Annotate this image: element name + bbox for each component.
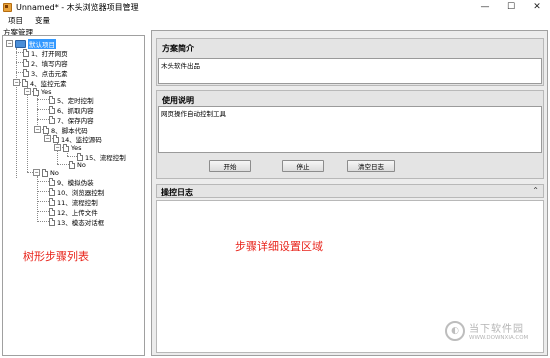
watermark: ◐ 当下软件园 WWW.DOWNXIA.COM — [445, 320, 528, 341]
tree-node-label: No — [50, 168, 59, 177]
project-icon — [15, 39, 26, 48]
tree-node-label: 6、抓取内容 — [57, 106, 94, 115]
log-title: 操控日志 — [161, 188, 193, 197]
document-icon — [49, 197, 55, 206]
menu-bar: 项目 变量 — [0, 14, 550, 26]
step-tree: − 默认项目 1、打开网页 2、填写内容 3、点击元素 − 4、监控元素 − Y… — [3, 36, 144, 355]
collapse-toggle[interactable]: − — [24, 88, 31, 95]
stop-button[interactable]: 停止 — [282, 160, 324, 172]
document-icon — [23, 58, 29, 67]
tree-node-yes-branch[interactable]: − Yes — [24, 87, 52, 96]
minimize-button[interactable]: — — [472, 0, 498, 14]
usage-panel: 使用说明 网页操作自动控制工具 开始 停止 清空日志 — [156, 90, 544, 179]
tree-node-yes-branch-inner[interactable]: − Yes — [54, 143, 82, 152]
log-header: 操控日志 ⌃ — [156, 184, 544, 198]
document-icon — [23, 68, 29, 77]
tree-node-label: 10、浏览器控制 — [57, 188, 105, 197]
watermark-url: WWW.DOWNXIA.COM — [469, 335, 529, 341]
document-icon — [49, 105, 55, 114]
tree-node-label: 13、模态对话框 — [57, 218, 105, 227]
detail-annotation: 步骤详细设置区域 — [235, 240, 323, 253]
tree-node-step-9[interactable]: 9、模拟伪装 — [49, 177, 94, 187]
tree-node-label: 14、监控源码 — [61, 135, 102, 144]
document-icon — [63, 143, 69, 152]
tree-node-label: 5、定时控制 — [57, 96, 94, 105]
document-icon — [49, 217, 55, 226]
tree-node-label: 2、填写内容 — [31, 59, 68, 68]
document-icon — [49, 187, 55, 196]
tree-node-step-4[interactable]: − 4、监控元素 — [13, 78, 67, 88]
clear-log-button[interactable]: 清空日志 — [347, 160, 395, 172]
watermark-text: 当下软件园 — [469, 324, 524, 335]
tree-node-step-14[interactable]: − 14、监控源码 — [44, 134, 102, 144]
tree-node-step-10[interactable]: 10、浏览器控制 — [49, 187, 105, 197]
tree-node-label: 1、打开网页 — [31, 49, 68, 58]
close-button[interactable]: ✕ — [524, 0, 550, 14]
tree-node-step-6[interactable]: 6、抓取内容 — [49, 105, 94, 115]
tree-node-label: 9、模拟伪装 — [57, 178, 94, 187]
collapse-toggle[interactable]: − — [44, 135, 51, 142]
tree-annotation: 树形步骤列表 — [23, 250, 89, 263]
tree-node-step-1[interactable]: 1、打开网页 — [23, 48, 68, 58]
window-controls: — ☐ ✕ — [472, 0, 550, 14]
start-button[interactable]: 开始 — [209, 160, 251, 172]
document-icon — [33, 87, 39, 96]
usage-textbox[interactable]: 网页操作自动控制工具 — [158, 106, 542, 153]
window-title: Unnamed* - 木头浏览器项目管理 — [16, 2, 139, 12]
document-icon — [49, 177, 55, 186]
document-icon — [42, 168, 48, 177]
document-icon — [22, 78, 28, 87]
menu-variables[interactable]: 变量 — [35, 15, 50, 26]
tree-node-no-branch-inner[interactable]: No — [69, 160, 86, 169]
tree-node-step-12[interactable]: 12、上传文件 — [49, 207, 98, 217]
tree-node-step-11[interactable]: 11、流程控制 — [49, 197, 98, 207]
tree-node-label: 11、流程控制 — [57, 198, 98, 207]
title-bar: Unnamed* - 木头浏览器项目管理 — ☐ ✕ — [0, 0, 550, 14]
collapse-toggle[interactable]: − — [34, 126, 41, 133]
collapse-toggle[interactable]: − — [13, 79, 20, 86]
usage-title: 使用说明 — [162, 96, 194, 105]
collapse-toggle[interactable]: − — [54, 144, 61, 151]
document-icon — [49, 207, 55, 216]
tree-node-step-5[interactable]: 5、定时控制 — [49, 95, 94, 105]
watermark-logo-icon: ◐ — [445, 320, 465, 341]
document-icon — [49, 115, 55, 124]
step-detail-area: 方案简介 木头软件出品 使用说明 网页操作自动控制工具 开始 停止 清空日志 操… — [151, 30, 548, 356]
collapse-icon[interactable]: ⌃ — [532, 186, 539, 195]
tree-node-label: 4、监控元素 — [30, 79, 67, 88]
maximize-button[interactable]: ☐ — [498, 0, 524, 14]
tree-node-step-2[interactable]: 2、填写内容 — [23, 58, 68, 68]
tree-node-label: 12、上传文件 — [57, 208, 98, 217]
intro-textbox[interactable]: 木头软件出品 — [158, 58, 542, 84]
step-tree-panel: − 默认项目 1、打开网页 2、填写内容 3、点击元素 − 4、监控元素 − Y… — [2, 35, 145, 356]
tree-node-label: 7、保存内容 — [57, 116, 94, 125]
menu-project[interactable]: 项目 — [8, 15, 23, 26]
document-icon — [43, 125, 49, 134]
collapse-toggle[interactable]: − — [33, 169, 40, 176]
intro-title: 方案简介 — [162, 44, 194, 53]
document-icon — [53, 134, 59, 143]
tree-node-label: 15、流程控制 — [85, 153, 126, 162]
document-icon — [49, 95, 55, 104]
tree-node-step-13[interactable]: 13、模态对话框 — [49, 217, 105, 227]
tree-node-label: 3、点击元素 — [31, 69, 68, 78]
tree-node-label: Yes — [71, 143, 82, 152]
collapse-toggle[interactable]: − — [6, 40, 13, 47]
app-icon — [3, 2, 12, 12]
tree-node-label: No — [77, 160, 86, 169]
tree-node-step-3[interactable]: 3、点击元素 — [23, 68, 68, 78]
document-icon — [23, 48, 29, 57]
document-icon — [69, 160, 75, 169]
tree-node-no-branch[interactable]: − No — [33, 168, 59, 177]
intro-panel: 方案简介 木头软件出品 — [156, 38, 544, 86]
tree-node-step-7[interactable]: 7、保存内容 — [49, 115, 94, 125]
